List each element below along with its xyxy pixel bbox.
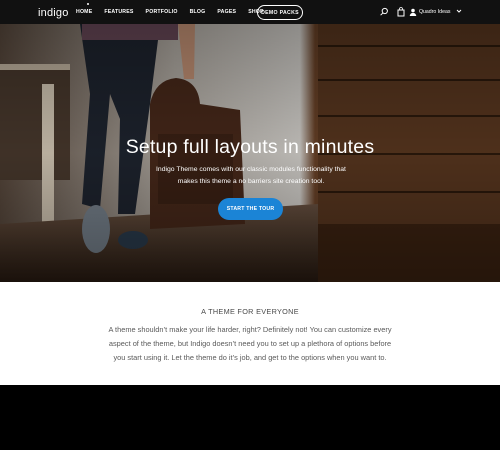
main-nav: HOME FEATURES PORTFOLIO BLOG PAGES SHOP <box>76 0 264 24</box>
bag-icon[interactable] <box>396 7 406 17</box>
dark-section <box>0 385 500 450</box>
search-icon[interactable] <box>379 7 389 17</box>
demo-packs-button[interactable]: DEMO PACKS <box>257 5 303 20</box>
nav-features[interactable]: FEATURES <box>104 9 133 15</box>
nav-blog[interactable]: BLOG <box>190 9 206 15</box>
chevron-down-icon[interactable] <box>455 7 463 15</box>
section-eyebrow: A THEME FOR EVERYONE <box>201 307 299 316</box>
theme-intro-section: A THEME FOR EVERYONE A theme shouldn’t m… <box>0 282 500 385</box>
user-icon[interactable] <box>408 7 418 17</box>
nav-home[interactable]: HOME <box>76 9 92 15</box>
section-paragraph: A theme shouldn’t make your life harder,… <box>108 325 392 362</box>
hero-subtitle: Indigo Theme comes with our classic modu… <box>156 166 346 185</box>
hero-section: Setup full layouts in minutes Indigo The… <box>0 24 500 282</box>
hero-title: Setup full layouts in minutes <box>125 136 375 158</box>
top-navbar: indigo HOME FEATURES PORTFOLIO BLOG PAGE… <box>0 0 500 24</box>
start-tour-button[interactable]: START THE TOUR <box>218 198 283 220</box>
site-logo[interactable]: indigo <box>38 7 69 19</box>
nav-portfolio[interactable]: PORTFOLIO <box>146 9 178 15</box>
account-name[interactable]: Quadro Ideas <box>419 9 450 15</box>
nav-pages[interactable]: PAGES <box>217 9 236 15</box>
